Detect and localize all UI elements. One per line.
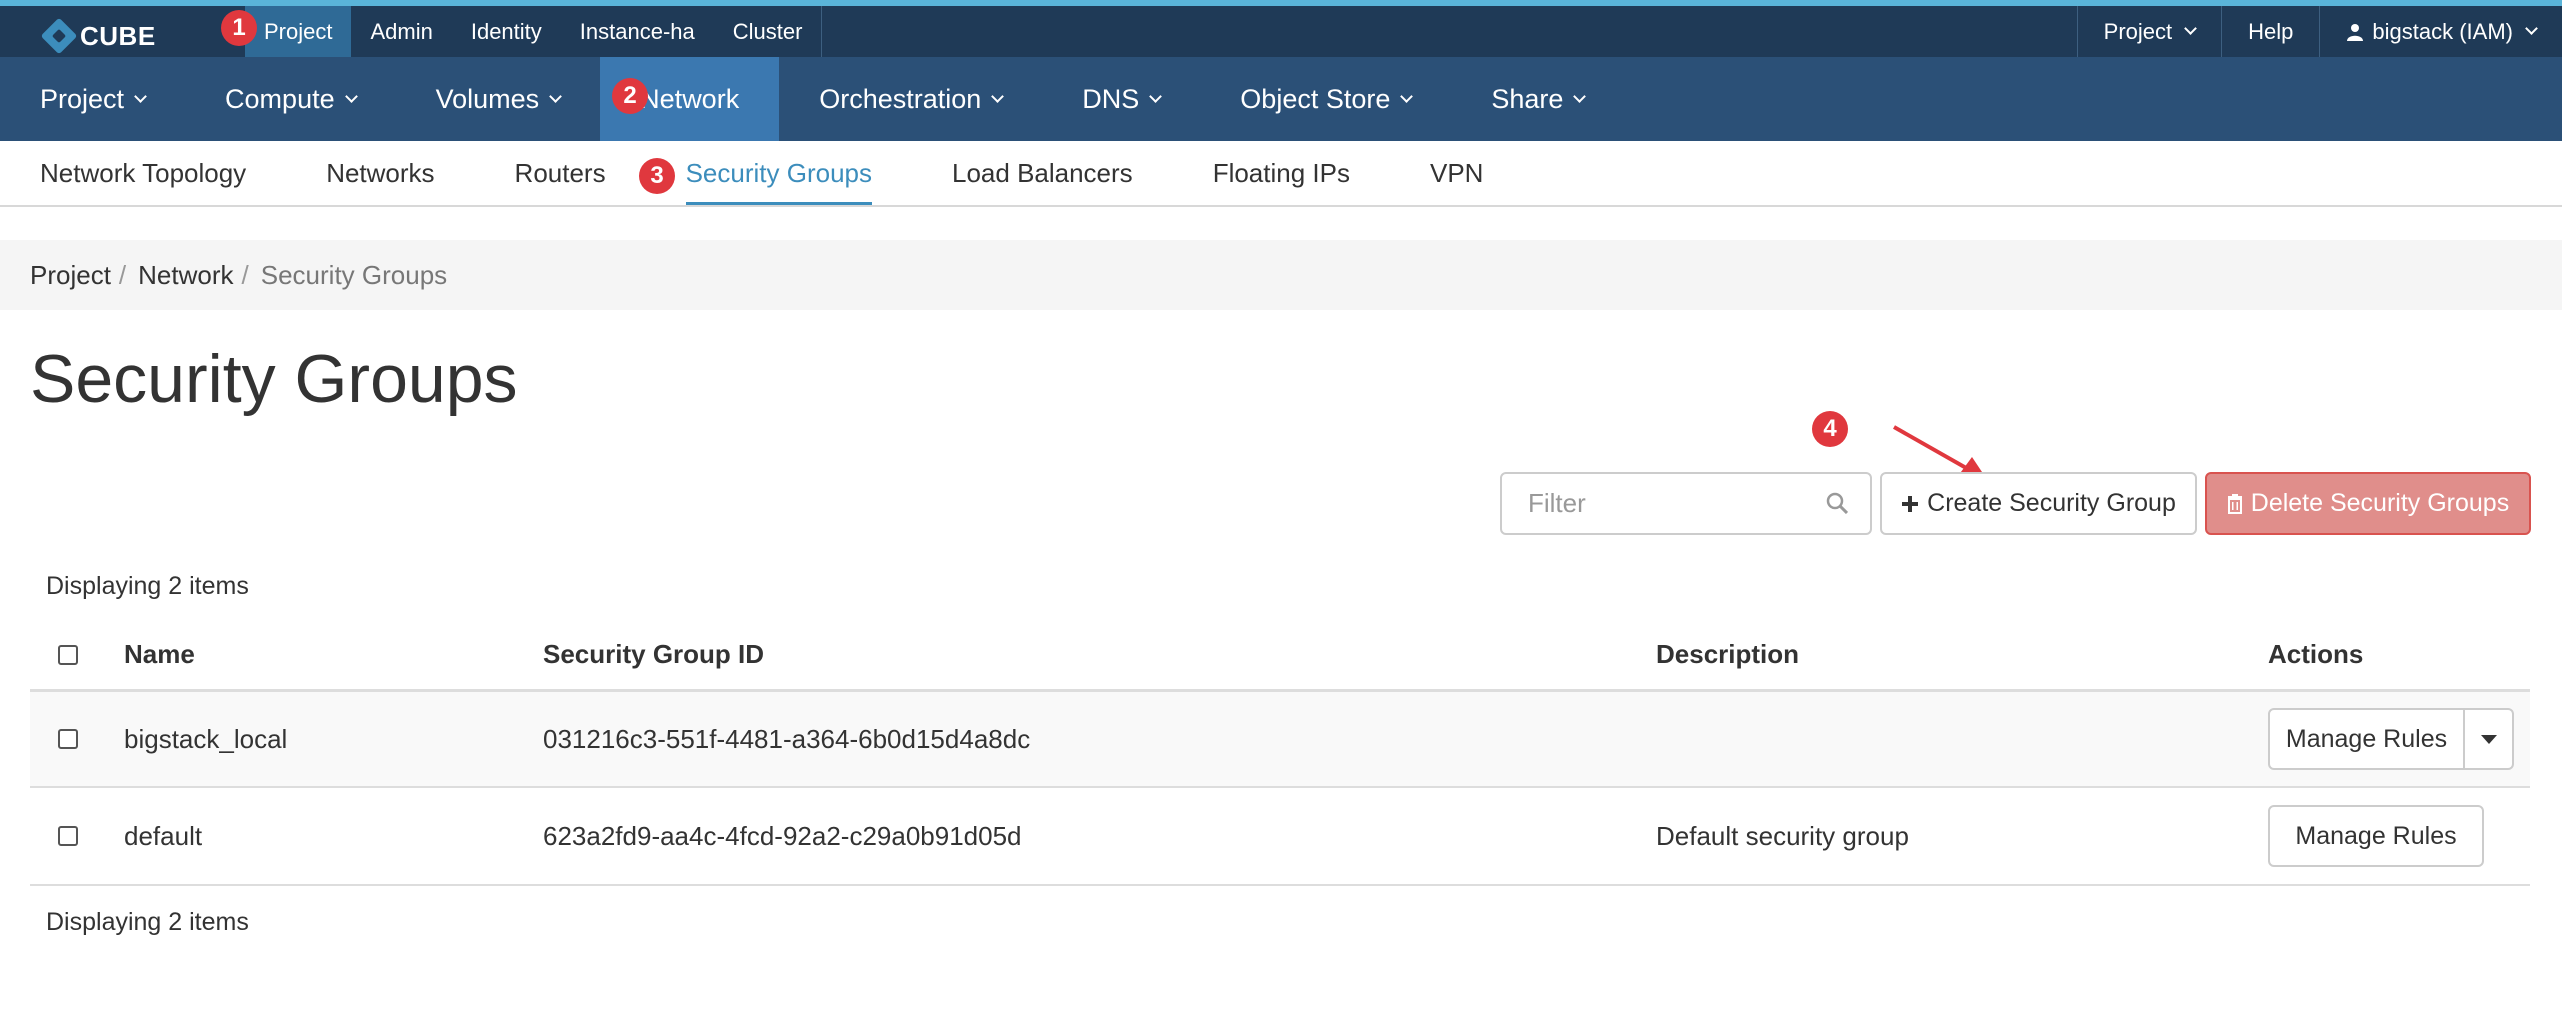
topnav-identity[interactable]: Identity: [452, 6, 561, 57]
page-title: Security Groups: [30, 341, 518, 417]
mainnav-label: Network: [640, 83, 740, 114]
trash-icon: [2227, 493, 2242, 514]
table-row: default 623a2fd9-aa4c-4fcd-92a2-c29a0b91…: [30, 788, 2530, 886]
topnav-project[interactable]: Project: [245, 6, 352, 57]
top-bar: CUBE Project Admin Identity Instance-ha …: [0, 0, 2562, 57]
sub-nav: Network Topology Networks Routers Securi…: [0, 141, 2562, 207]
select-all-checkbox[interactable]: [58, 644, 78, 665]
chevron-down-icon: [1149, 89, 1163, 103]
brand-name: CUBE: [80, 20, 156, 51]
mainnav-compute[interactable]: Compute: [185, 57, 396, 141]
create-button-label: Create Security Group: [1927, 489, 2176, 517]
row-id: 623a2fd9-aa4c-4fcd-92a2-c29a0b91d05d: [543, 820, 1022, 851]
caret-down-icon: [2480, 734, 2497, 744]
chevron-down-icon: [344, 89, 358, 103]
chevron-down-icon: [549, 89, 563, 103]
tab-routers[interactable]: Routers: [515, 141, 606, 205]
row-name: bigstack_local: [124, 723, 288, 754]
table-row: bigstack_local 031216c3-551f-4481-a364-6…: [30, 692, 2530, 788]
project-dropdown[interactable]: Project: [2076, 6, 2221, 57]
create-security-group-button[interactable]: Create Security Group: [1880, 472, 2197, 535]
manage-rules-button[interactable]: Manage Rules: [2268, 708, 2465, 770]
row-actions: Manage Rules: [2268, 708, 2514, 770]
mainnav-label: Orchestration: [819, 83, 982, 114]
top-nav: Project Admin Identity Instance-ha Clust…: [245, 6, 823, 57]
column-header-id[interactable]: Security Group ID: [543, 639, 764, 670]
mainnav-volumes[interactable]: Volumes: [396, 57, 601, 141]
table-header: Name Security Group ID Description Actio…: [30, 620, 2530, 692]
top-right-menu: Project Help bigstack (IAM): [2076, 6, 2562, 57]
main-nav: Project Compute Volumes Network Orchestr…: [0, 57, 2562, 141]
user-name: bigstack (IAM): [2372, 18, 2513, 44]
mainnav-dns[interactable]: DNS: [1042, 57, 1200, 141]
mainnav-label: Project: [40, 83, 125, 114]
row-checkbox[interactable]: [58, 729, 78, 749]
row-actions: Manage Rules: [2268, 805, 2484, 867]
breadcrumb-network[interactable]: Network: [138, 260, 233, 291]
step-badge-1: 1: [221, 10, 257, 46]
plus-icon: [1902, 495, 1919, 512]
mainnav-share[interactable]: Share: [1451, 57, 1624, 141]
tab-networks[interactable]: Networks: [326, 141, 434, 205]
filter-input[interactable]: [1504, 476, 1814, 531]
step-badge-2: 2: [612, 78, 648, 114]
tab-floating-ips[interactable]: Floating IPs: [1213, 141, 1350, 205]
delete-security-groups-button[interactable]: Delete Security Groups: [2205, 472, 2531, 535]
row-checkbox[interactable]: [58, 826, 78, 846]
step-badge-4: 4: [1812, 411, 1848, 447]
row-id: 031216c3-551f-4481-a364-6b0d15d4a8dc: [543, 723, 1031, 754]
chevron-down-icon: [2184, 22, 2198, 35]
user-menu[interactable]: bigstack (IAM): [2319, 6, 2562, 57]
chevron-down-icon: [991, 89, 1005, 103]
chevron-down-icon: [134, 89, 147, 103]
search-icon[interactable]: [1826, 492, 1848, 514]
topnav-instance-ha[interactable]: Instance-ha: [561, 6, 714, 57]
chevron-down-icon: [1573, 89, 1587, 103]
mainnav-object-store[interactable]: Object Store: [1200, 57, 1451, 141]
tab-vpn[interactable]: VPN: [1430, 141, 1483, 205]
delete-button-label: Delete Security Groups: [2250, 489, 2510, 517]
breadcrumb-project[interactable]: Project: [30, 260, 111, 291]
breadcrumb-current: Security Groups: [260, 259, 448, 290]
topnav-admin[interactable]: Admin: [351, 6, 451, 57]
item-count-top: Displaying 2 items: [46, 572, 249, 600]
topnav-cluster[interactable]: Cluster: [714, 6, 822, 57]
security-groups-table: Name Security Group ID Description Actio…: [30, 620, 2530, 886]
breadcrumb: Project / Network / Security Groups: [0, 240, 2562, 310]
brand-logo[interactable]: CUBE: [40, 14, 156, 58]
mainnav-label: Share: [1491, 83, 1564, 114]
mainnav-label: DNS: [1082, 83, 1140, 114]
user-icon: [2347, 23, 2364, 41]
breadcrumb-separator: /: [118, 259, 127, 290]
more-actions-dropdown[interactable]: [2465, 708, 2514, 770]
column-header-name[interactable]: Name: [124, 639, 195, 670]
help-link[interactable]: Help: [2221, 6, 2319, 57]
chevron-down-icon: [2525, 22, 2538, 35]
filter-box: [1500, 472, 1872, 535]
help-label: Help: [2248, 18, 2294, 44]
mainnav-orchestration[interactable]: Orchestration: [779, 57, 1042, 141]
row-name: default: [124, 820, 203, 851]
chevron-down-icon: [1400, 89, 1414, 103]
column-header-actions: Actions: [2268, 639, 2364, 669]
mainnav-project[interactable]: Project: [0, 57, 185, 141]
item-count-bottom: Displaying 2 items: [46, 908, 249, 936]
mainnav-label: Compute: [225, 83, 335, 114]
project-dropdown-label: Project: [2103, 18, 2173, 44]
row-description: Default security group: [1656, 820, 1909, 851]
cube-logo-icon: [40, 17, 78, 55]
breadcrumb-separator: /: [241, 259, 249, 290]
tab-security-groups[interactable]: Security Groups: [685, 141, 873, 205]
manage-rules-button[interactable]: Manage Rules: [2268, 805, 2484, 867]
tab-network-topology[interactable]: Network Topology: [40, 141, 246, 205]
step-badge-3: 3: [639, 158, 675, 194]
tab-load-balancers[interactable]: Load Balancers: [952, 141, 1133, 205]
mainnav-label: Volumes: [435, 83, 540, 114]
topnav-divider: [821, 6, 823, 57]
mainnav-label: Object Store: [1240, 83, 1391, 114]
column-header-description[interactable]: Description: [1656, 639, 1799, 670]
